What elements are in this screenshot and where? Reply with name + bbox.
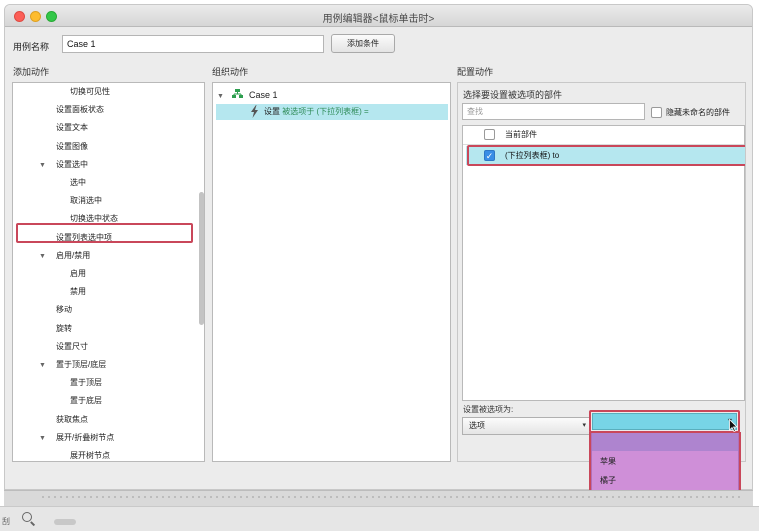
expand-arrow-icon[interactable]: ▼ <box>217 89 227 105</box>
hide-unnamed-checkbox[interactable] <box>651 107 662 118</box>
tree-item[interactable]: 获取焦点 <box>56 411 88 428</box>
tree-item[interactable]: ▼ 启用/禁用 <box>39 247 90 264</box>
action-detail: 被选项于 (下拉列表框) = <box>282 107 369 116</box>
titlebar: 用例编辑器<鼠标单击时> <box>5 5 752 27</box>
option-type-value: 选项 <box>469 421 485 430</box>
footer-text: 刮 <box>2 517 10 526</box>
tree-item-label: 设置文本 <box>56 123 88 133</box>
tree-scrollbar-thumb[interactable] <box>199 192 204 325</box>
tree-item[interactable]: 移动 <box>56 301 72 318</box>
selected-action-annotation <box>16 223 193 243</box>
tree-item-label: 置于底层 <box>70 396 102 406</box>
zoom-icon[interactable] <box>22 512 32 522</box>
organize-actions-title: 组织动作 <box>212 67 249 77</box>
tree-item[interactable]: 切换可见性 <box>70 83 110 100</box>
tree-item-label: 移动 <box>56 305 72 315</box>
tree-item-label: 设置尺寸 <box>56 341 88 351</box>
tree-item-label: 置于顶层/底层 <box>56 360 107 369</box>
tree-item-label: 设置面板状态 <box>56 105 104 115</box>
tree-item-label: 取消选中 <box>70 196 102 206</box>
horizontal-scrollbar[interactable] <box>54 519 76 525</box>
lightning-bolt-icon <box>251 105 258 118</box>
tree-item-label: 设置选中 <box>56 159 88 169</box>
value-select-annotation <box>589 410 740 433</box>
tree-item[interactable]: 设置面板状态 <box>56 101 104 118</box>
tree-item-label: 旋转 <box>56 323 72 333</box>
tree-item[interactable]: ▼ 设置选中 <box>39 156 88 173</box>
status-footer: 刮 <box>0 506 759 531</box>
widget-list: 当前部件 ✓ (下拉列表框) to <box>462 125 745 401</box>
option-type-select[interactable]: 选项 ▾ <box>462 417 591 435</box>
add-actions-title: 添加动作 <box>13 67 50 77</box>
current-widget-checkbox[interactable] <box>484 129 495 140</box>
organize-actions-panel: ▼ Case 1 设置 被选项于 (下拉列表框) = <box>212 82 451 462</box>
tree-item[interactable]: 设置图像 <box>56 138 88 155</box>
expand-arrow-icon[interactable]: ▼ <box>39 430 56 447</box>
widget-search-input[interactable]: 查找 <box>462 103 645 120</box>
tree-item[interactable]: 取消选中 <box>70 192 102 209</box>
tree-item-label: 选中 <box>70 178 86 187</box>
tree-item[interactable]: 设置文本 <box>56 119 88 136</box>
case-node[interactable]: ▼ Case 1 <box>217 87 278 103</box>
configure-actions-panel: 选择要设置被选项的部件 查找 隐藏未命名的部件 当前部件 ✓ (下拉列表框) t… <box>457 82 746 462</box>
action-item-set-selected[interactable]: 设置 被选项于 (下拉列表框) = <box>216 104 448 120</box>
expand-arrow-icon[interactable]: ▼ <box>39 357 56 374</box>
case-tree-icon <box>231 89 243 98</box>
case-name-label: 用例名称 <box>13 42 50 52</box>
expand-arrow-icon[interactable]: ▼ <box>39 248 56 265</box>
canvas-grid <box>40 494 740 502</box>
set-selected-label: 设置被选项为: <box>463 405 514 414</box>
tree-item-label: 展开/折叠树节点 <box>56 432 115 442</box>
tree-item-label: 展开树节点 <box>70 451 110 460</box>
mouse-cursor-icon <box>729 419 738 432</box>
tree-item-label: 获取焦点 <box>56 414 88 424</box>
tree-item[interactable]: 选中 <box>70 174 86 191</box>
select-widgets-label: 选择要设置被选项的部件 <box>463 90 563 100</box>
tree-item[interactable]: ▼ 置于顶层/底层 <box>39 356 106 373</box>
tree-item[interactable]: 旋转 <box>56 320 72 337</box>
tree-item[interactable]: 展开树节点 <box>70 447 110 461</box>
case-name-input[interactable] <box>62 35 324 53</box>
case-node-label: Case 1 <box>249 90 278 100</box>
tree-item[interactable]: 禁用 <box>70 283 86 300</box>
tree-item[interactable]: ▼ 展开/折叠树节点 <box>39 429 114 446</box>
select-caret-icon: ▾ <box>582 422 586 429</box>
hide-unnamed-label: 隐藏未命名的部件 <box>666 108 730 117</box>
current-widget-label: 当前部件 <box>505 130 537 139</box>
tree-item-label: 设置图像 <box>56 141 88 151</box>
tree-item[interactable]: 启用 <box>70 265 86 282</box>
tree-item-label: 启用 <box>70 269 86 278</box>
tree-item-label: 切换可见性 <box>70 87 110 96</box>
add-condition-button[interactable]: 添加条件 <box>331 34 395 53</box>
tree-item[interactable]: 置于底层 <box>70 392 102 409</box>
configure-actions-title: 配置动作 <box>457 67 494 77</box>
tree-item-label: 禁用 <box>70 287 86 297</box>
expand-arrow-icon[interactable]: ▼ <box>39 157 56 174</box>
dropdown-widget-label: (下拉列表框) to <box>505 151 560 160</box>
window-title: 用例编辑器<鼠标单击时> <box>322 14 435 25</box>
tree-item-label: 启用/禁用 <box>56 250 91 260</box>
action-prefix: 设置 <box>264 107 280 116</box>
dropdown-widget-checkbox[interactable]: ✓ <box>484 150 495 161</box>
tree-item[interactable]: 设置尺寸 <box>56 338 88 355</box>
add-actions-tree: 切换可见性 设置面板状态 设置文本 设置图像 ▼ 设置选中 选中 取消选中 切换选中状态 设置列表… <box>12 82 205 462</box>
tree-item[interactable]: 置于顶层 <box>70 374 102 391</box>
tree-item-label: 置于顶层 <box>70 378 102 388</box>
